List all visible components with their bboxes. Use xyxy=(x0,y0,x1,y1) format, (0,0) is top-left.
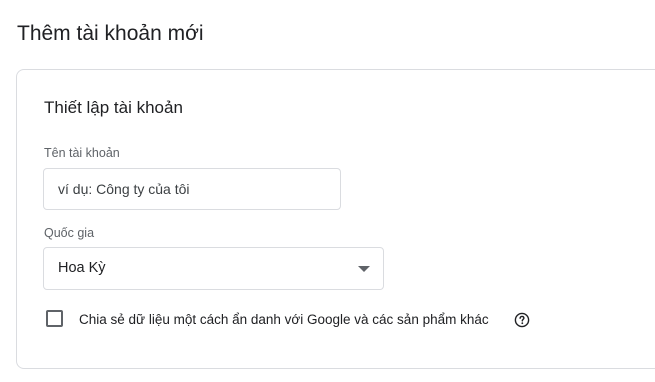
country-selected-value: Hoa Kỳ xyxy=(58,260,106,276)
help-circle-icon[interactable] xyxy=(514,312,530,328)
share-data-label[interactable]: Chia sẻ dữ liệu một cách ẩn danh với Goo… xyxy=(79,312,489,327)
country-select[interactable]: Hoa Kỳ xyxy=(43,247,384,290)
section-title: Thiết lập tài khoản xyxy=(44,98,183,117)
country-label: Quốc gia xyxy=(44,226,95,240)
share-data-checkbox[interactable] xyxy=(46,310,63,327)
account-name-label: Tên tài khoản xyxy=(44,146,120,160)
account-setup-card: Thiết lập tài khoản Tên tài khoản Quốc g… xyxy=(16,69,655,369)
page-title: Thêm tài khoản mới xyxy=(17,22,204,45)
account-name-input[interactable] xyxy=(43,168,341,210)
dropdown-arrow-icon xyxy=(358,266,370,272)
